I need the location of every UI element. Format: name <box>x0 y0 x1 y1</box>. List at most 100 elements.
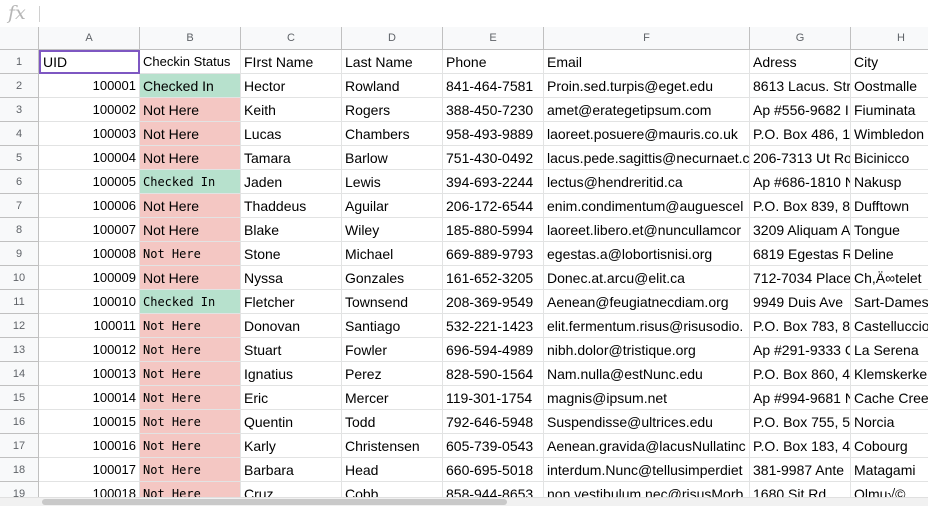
cell-uid[interactable]: 100011 <box>39 314 140 338</box>
cell-uid[interactable]: 100006 <box>39 194 140 218</box>
column-header-d[interactable]: D <box>342 27 443 50</box>
cell-city[interactable]: Ch,Ä∞telet <box>851 266 928 290</box>
row-header[interactable]: 5 <box>0 146 39 170</box>
cell-city[interactable]: Fiuminata <box>851 98 928 122</box>
cell-email[interactable]: amet@erategetipsum.com <box>544 98 750 122</box>
cell-phone[interactable]: 828-590-1564 <box>443 362 544 386</box>
row-header[interactable]: 3 <box>0 98 39 122</box>
cell-last[interactable]: Townsend <box>342 290 443 314</box>
cell-first[interactable]: Ignatius <box>241 362 342 386</box>
cell-email[interactable]: enim.condimentum@auguescel <box>544 194 750 218</box>
status-cell[interactable]: Not Here <box>140 362 241 386</box>
cell-uid[interactable]: 100012 <box>39 338 140 362</box>
cell-last[interactable]: Mercer <box>342 386 443 410</box>
cell-phone[interactable]: 660-695-5018 <box>443 458 544 482</box>
cell-last[interactable]: Rogers <box>342 98 443 122</box>
cell-city[interactable]: Olmu√© <box>851 482 928 497</box>
status-cell[interactable]: Not Here <box>140 482 241 497</box>
row-header[interactable]: 15 <box>0 386 39 410</box>
column-header-g[interactable]: G <box>750 27 851 50</box>
cell-phone[interactable]: 388-450-7230 <box>443 98 544 122</box>
cell-first[interactable]: Donovan <box>241 314 342 338</box>
status-cell[interactable]: Not Here <box>140 410 241 434</box>
cell-uid[interactable]: 100001 <box>39 74 140 98</box>
row-header[interactable]: 7 <box>0 194 39 218</box>
cell-email[interactable]: magnis@ipsum.net <box>544 386 750 410</box>
row-header[interactable]: 18 <box>0 458 39 482</box>
cell-email[interactable]: laoreet.posuere@mauris.co.uk <box>544 122 750 146</box>
row-header[interactable]: 17 <box>0 434 39 458</box>
cell-phone[interactable]: 792-646-5948 <box>443 410 544 434</box>
cell-last[interactable]: Fowler <box>342 338 443 362</box>
status-cell[interactable]: Not Here <box>140 218 241 242</box>
scrollbar-thumb[interactable] <box>42 499 507 505</box>
cell-uid[interactable]: 100005 <box>39 170 140 194</box>
status-cell[interactable]: Not Here <box>140 122 241 146</box>
cell-phone[interactable]: 751-430-0492 <box>443 146 544 170</box>
cell-email[interactable]: Donec.at.arcu@elit.ca <box>544 266 750 290</box>
cell-address[interactable]: P.O. Box 183, 44 <box>750 434 851 458</box>
cell-last[interactable]: Lewis <box>342 170 443 194</box>
cell-first[interactable]: Eric <box>241 386 342 410</box>
cell-address[interactable]: Ap #686-1810 N <box>750 170 851 194</box>
cell-address[interactable]: Ap #556-9682 I <box>750 98 851 122</box>
row-header[interactable]: 2 <box>0 74 39 98</box>
cell-uid[interactable]: 100008 <box>39 242 140 266</box>
cell-phone[interactable]: 119-301-1754 <box>443 386 544 410</box>
cell-uid[interactable]: 100018 <box>39 482 140 497</box>
cell-address[interactable]: 3209 Aliquam A <box>750 218 851 242</box>
status-cell[interactable]: Not Here <box>140 266 241 290</box>
cell-address[interactable]: P.O. Box 783, 86 <box>750 314 851 338</box>
cell-email[interactable]: Nam.nulla@estNunc.edu <box>544 362 750 386</box>
cell-uid[interactable]: 100002 <box>39 98 140 122</box>
column-header-c[interactable]: C <box>241 27 342 50</box>
cell-email[interactable]: laoreet.libero.et@nuncullamcor <box>544 218 750 242</box>
cell-last[interactable]: Michael <box>342 242 443 266</box>
cell-uid[interactable]: 100003 <box>39 122 140 146</box>
cell-last[interactable]: Wiley <box>342 218 443 242</box>
status-cell[interactable]: Checked In <box>140 74 241 98</box>
cell-email[interactable]: lectus@hendreritid.ca <box>544 170 750 194</box>
cell-city[interactable]: Klemskerke <box>851 362 928 386</box>
cell-last[interactable]: Aguilar <box>342 194 443 218</box>
cell-phone[interactable]: 958-493-9889 <box>443 122 544 146</box>
row-header[interactable]: 12 <box>0 314 39 338</box>
row-header[interactable]: 13 <box>0 338 39 362</box>
header-cell[interactable]: Phone <box>443 50 544 74</box>
cell-first[interactable]: Tamara <box>241 146 342 170</box>
cell-first[interactable]: Hector <box>241 74 342 98</box>
cell-last[interactable]: Gonzales <box>342 266 443 290</box>
status-cell[interactable]: Not Here <box>140 146 241 170</box>
cell-last[interactable]: Head <box>342 458 443 482</box>
cell-first[interactable]: Stuart <box>241 338 342 362</box>
cell-address[interactable]: P.O. Box 755, 56 <box>750 410 851 434</box>
cell-address[interactable]: P.O. Box 486, 10 <box>750 122 851 146</box>
cell-phone[interactable]: 161-652-3205 <box>443 266 544 290</box>
cell-email[interactable]: non.vestibulum.nec@risusMorb <box>544 482 750 497</box>
cell-address[interactable]: 712-7034 Place <box>750 266 851 290</box>
header-cell[interactable]: Checkin Status <box>140 50 241 74</box>
cell-uid[interactable]: 100015 <box>39 410 140 434</box>
cell-city[interactable]: Tongue <box>851 218 928 242</box>
cell-first[interactable]: Fletcher <box>241 290 342 314</box>
cell-email[interactable]: elit.fermentum.risus@risusodio. <box>544 314 750 338</box>
cell-first[interactable]: Blake <box>241 218 342 242</box>
cell-address[interactable]: 6819 Egestas Ro <box>750 242 851 266</box>
status-cell[interactable]: Not Here <box>140 314 241 338</box>
column-header-e[interactable]: E <box>443 27 544 50</box>
header-cell[interactable]: UID <box>39 50 140 74</box>
cell-phone[interactable]: 669-889-9793 <box>443 242 544 266</box>
cell-last[interactable]: Cobb <box>342 482 443 497</box>
cell-email[interactable]: Aenean.gravida@lacusNullatinc <box>544 434 750 458</box>
header-cell[interactable]: Last Name <box>342 50 443 74</box>
cell-first[interactable]: Quentin <box>241 410 342 434</box>
row-header[interactable]: 8 <box>0 218 39 242</box>
cell-phone[interactable]: 394-693-2244 <box>443 170 544 194</box>
status-cell[interactable]: Not Here <box>140 434 241 458</box>
cell-email[interactable]: Aenean@feugiatnecdiam.org <box>544 290 750 314</box>
cell-city[interactable]: Norcia <box>851 410 928 434</box>
cell-last[interactable]: Chambers <box>342 122 443 146</box>
cell-email[interactable]: Proin.sed.turpis@eget.edu <box>544 74 750 98</box>
cell-email[interactable]: egestas.a@lobortisnisi.org <box>544 242 750 266</box>
cell-first[interactable]: Karly <box>241 434 342 458</box>
